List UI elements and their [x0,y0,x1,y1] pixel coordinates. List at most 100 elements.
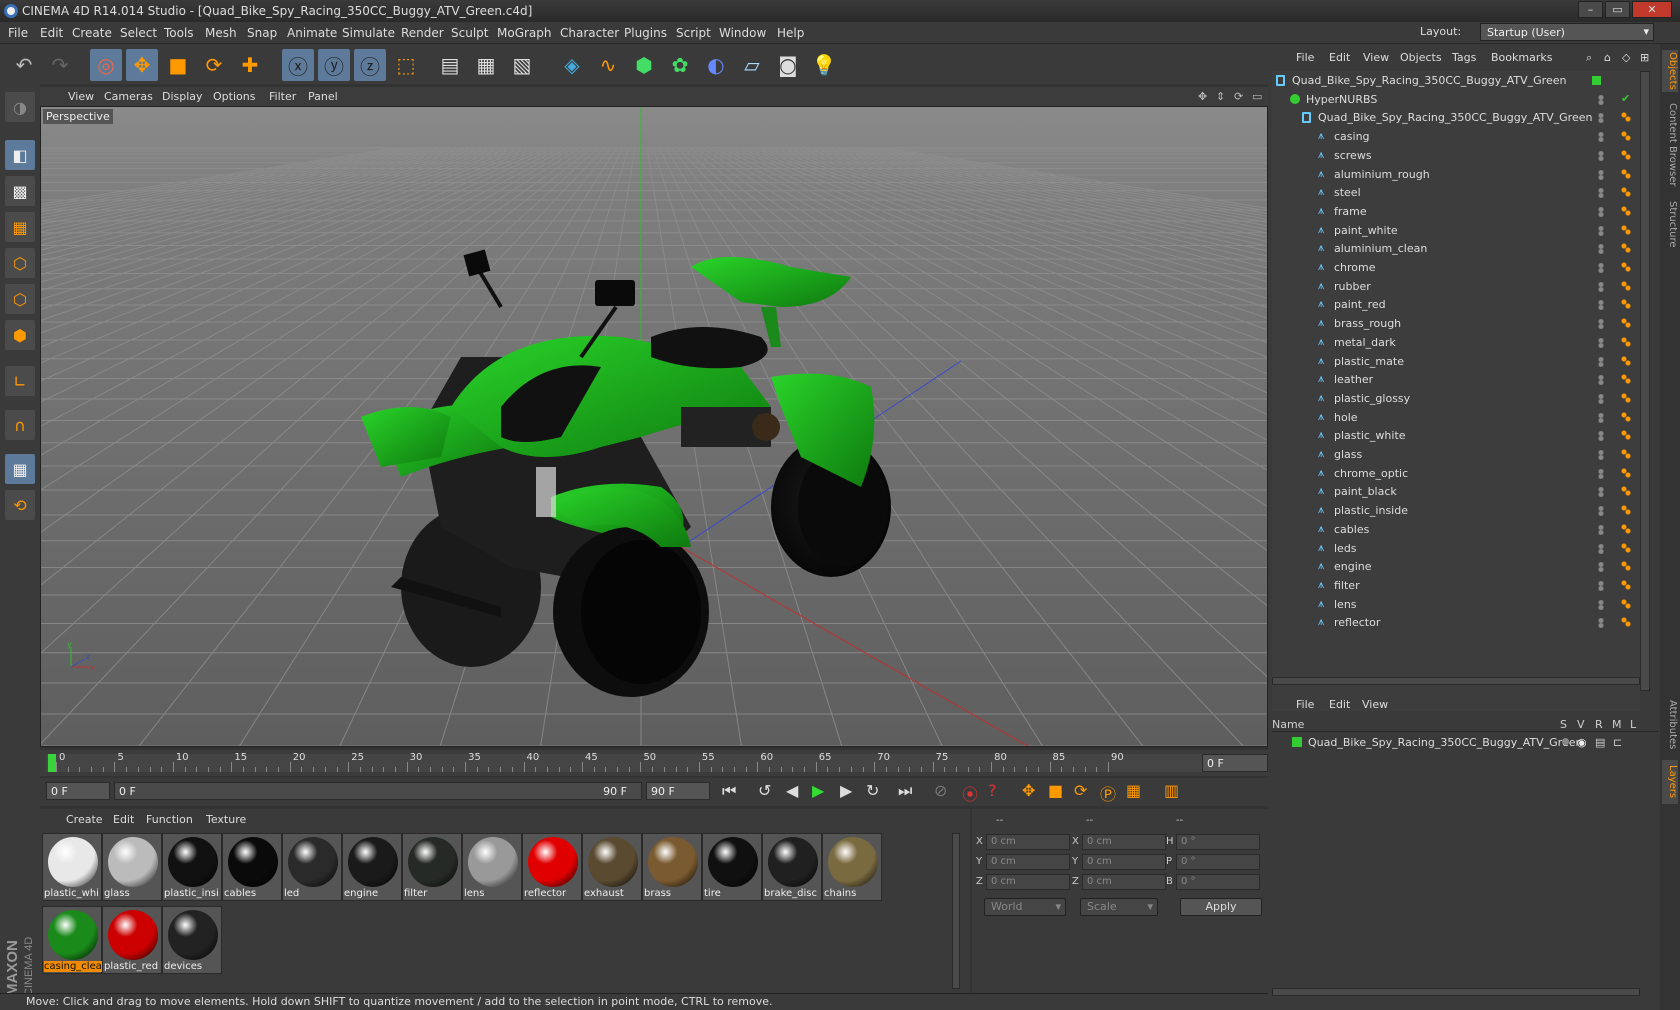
visibility-dots-icon[interactable] [1598,206,1604,217]
material-swatch[interactable]: brass [642,833,702,901]
layer-manager-icon[interactable]: ⊏ [1613,736,1622,749]
visibility-dots-icon[interactable] [1598,450,1604,460]
material-swatch[interactable]: devices [162,906,222,974]
object-tree-row[interactable]: ⩚ plastic_mate [1272,352,1640,372]
next-frame-icon[interactable]: ▶ [840,781,852,800]
material-swatch[interactable]: brake_disc [762,833,822,901]
position-z-field[interactable]: 0 cm [986,874,1070,890]
visibility-dots-icon[interactable] [1598,263,1604,273]
mat-menu-edit[interactable]: Edit [113,813,134,826]
layer-row[interactable]: Quad_Bike_Spy_Racing_350CC_Buggy_ATV_Gre… [1272,734,1658,752]
menu-create[interactable]: Create [72,26,112,40]
points-mode-icon[interactable]: ⬡ [5,248,35,278]
side-tab-structure[interactable]: Structure [1662,196,1678,252]
object-tree-row[interactable]: ⩚ casing [1272,127,1640,147]
y-axis-lock-icon[interactable]: ⓨ [318,49,350,81]
material-tag-icon[interactable] [1621,467,1631,478]
snap-magnet-icon[interactable]: ∩ [5,410,35,440]
vp-menu-panel[interactable]: Panel [308,90,338,103]
axis-mode-icon[interactable]: ∟ [5,366,35,396]
object-tree-row[interactable]: ⩚ rubber [1272,277,1640,297]
close-button[interactable]: ✕ [1632,1,1672,18]
material-tag-icon[interactable] [1621,299,1631,310]
new-window-icon[interactable]: ⊞ [1640,51,1649,64]
material-tag-icon[interactable] [1621,449,1631,459]
add-tool-icon[interactable]: ✚ [234,49,266,81]
layer-solo-icon[interactable] [1562,738,1569,745]
material-tag-icon[interactable] [1621,355,1631,366]
object-tree-row[interactable]: ⩚ glass [1272,445,1640,465]
x-axis-lock-icon[interactable]: ⓧ [282,49,314,81]
material-swatch[interactable]: cables [222,833,282,901]
obj-menu-bookmarks[interactable]: Bookmarks [1491,51,1552,64]
object-tree-row[interactable]: ⩚ hole [1272,408,1640,428]
camera-icon[interactable]: ◙ [772,49,804,81]
perspective-viewport[interactable]: y x z Perspective [40,106,1268,747]
apply-button[interactable]: Apply [1180,898,1262,916]
material-scrollbar[interactable] [952,833,960,989]
size-x-field[interactable]: 0 cm [1082,834,1166,850]
key-pla-icon[interactable]: ▦ [1126,781,1141,800]
vp-menu-options[interactable]: Options [213,90,255,103]
object-tree-row[interactable]: ⩚ leds [1272,539,1640,559]
object-tree-row[interactable]: ⩚ brass_rough [1272,314,1640,334]
visibility-dots-icon[interactable] [1598,150,1604,161]
material-tag-icon[interactable] [1621,598,1631,609]
visibility-dots-icon[interactable] [1598,618,1604,629]
layer-render-icon[interactable]: ▤ [1595,736,1605,749]
menu-snap[interactable]: Snap [247,26,277,40]
edges-mode-icon[interactable]: ⬡ [5,284,35,314]
material-tag-icon[interactable] [1621,187,1631,198]
render-picture-viewer-icon[interactable]: ▦ [470,49,502,81]
material-swatch[interactable]: led [282,833,342,901]
material-tag-icon[interactable] [1621,561,1631,572]
visibility-dots-icon[interactable] [1598,524,1604,535]
menu-file[interactable]: File [8,26,28,40]
side-tab-objects[interactable]: Objects [1662,50,1678,92]
obj-menu-file[interactable]: File [1296,51,1314,64]
model-mode-icon[interactable]: ◧ [5,140,35,170]
material-tag-icon[interactable] [1621,542,1631,553]
layer-hscrollbar[interactable] [1272,988,1640,996]
vp-pan-icon[interactable]: ✥ [1198,90,1207,103]
visibility-dots-icon[interactable] [1598,487,1604,498]
cube-primitive-icon[interactable]: ◈ [556,49,588,81]
workplane-icon[interactable]: ▦ [5,212,35,242]
material-tag-icon[interactable] [1621,131,1631,142]
material-swatch[interactable]: engine [342,833,402,901]
material-tag-icon[interactable] [1621,262,1631,272]
menu-simulate[interactable]: Simulate [342,26,395,40]
material-swatch[interactable]: glass [102,833,162,901]
key-position-icon[interactable]: ✥ [1022,781,1035,800]
start-frame-field[interactable]: 0 F [46,782,110,800]
object-tree-row[interactable]: Quad_Bike_Spy_Racing_350CC_Buggy_ATV_Gre… [1272,108,1640,128]
object-tree-row[interactable]: ⩚ plastic_glossy [1272,389,1640,409]
layer-menu-view[interactable]: View [1362,698,1388,711]
menu-script[interactable]: Script [676,26,711,40]
record-keys-icon[interactable]: ⊘ [934,781,947,800]
position-x-field[interactable]: 0 cm [986,834,1070,850]
visibility-dots-icon[interactable] [1598,300,1604,311]
material-swatch[interactable]: chains [822,833,882,901]
visibility-dots-icon[interactable] [1598,412,1604,423]
object-tree-row[interactable]: Quad_Bike_Spy_Racing_350CC_Buggy_ATV_Gre… [1272,71,1640,91]
visibility-dots-icon[interactable] [1598,169,1604,180]
visibility-dots-icon[interactable] [1598,319,1604,330]
material-swatch[interactable]: lens [462,833,522,901]
material-tag-icon[interactable] [1621,430,1631,441]
material-tag-icon[interactable] [1621,486,1631,497]
visibility-dots-icon[interactable] [1598,580,1604,591]
object-tree-row[interactable]: ⩚ plastic_inside [1272,501,1640,521]
visibility-dots-icon[interactable] [1598,599,1604,610]
visibility-dots-icon[interactable] [1598,132,1604,143]
key-parameter-icon[interactable]: Ⓟ [1100,781,1116,805]
material-tag-icon[interactable] [1621,336,1631,347]
object-tree-row[interactable]: ⩚ cables [1272,520,1640,540]
object-tree-row[interactable]: HyperNURBS ✔ [1272,90,1640,110]
coord-system-select[interactable]: World ▾ [984,898,1066,916]
object-tree-scrollbar[interactable] [1640,71,1650,691]
vp-menu-filter[interactable]: Filter [269,90,296,103]
previous-frame-icon[interactable]: ◀ [786,781,798,800]
menu-select[interactable]: Select [120,26,157,40]
obj-menu-view[interactable]: View [1363,51,1389,64]
